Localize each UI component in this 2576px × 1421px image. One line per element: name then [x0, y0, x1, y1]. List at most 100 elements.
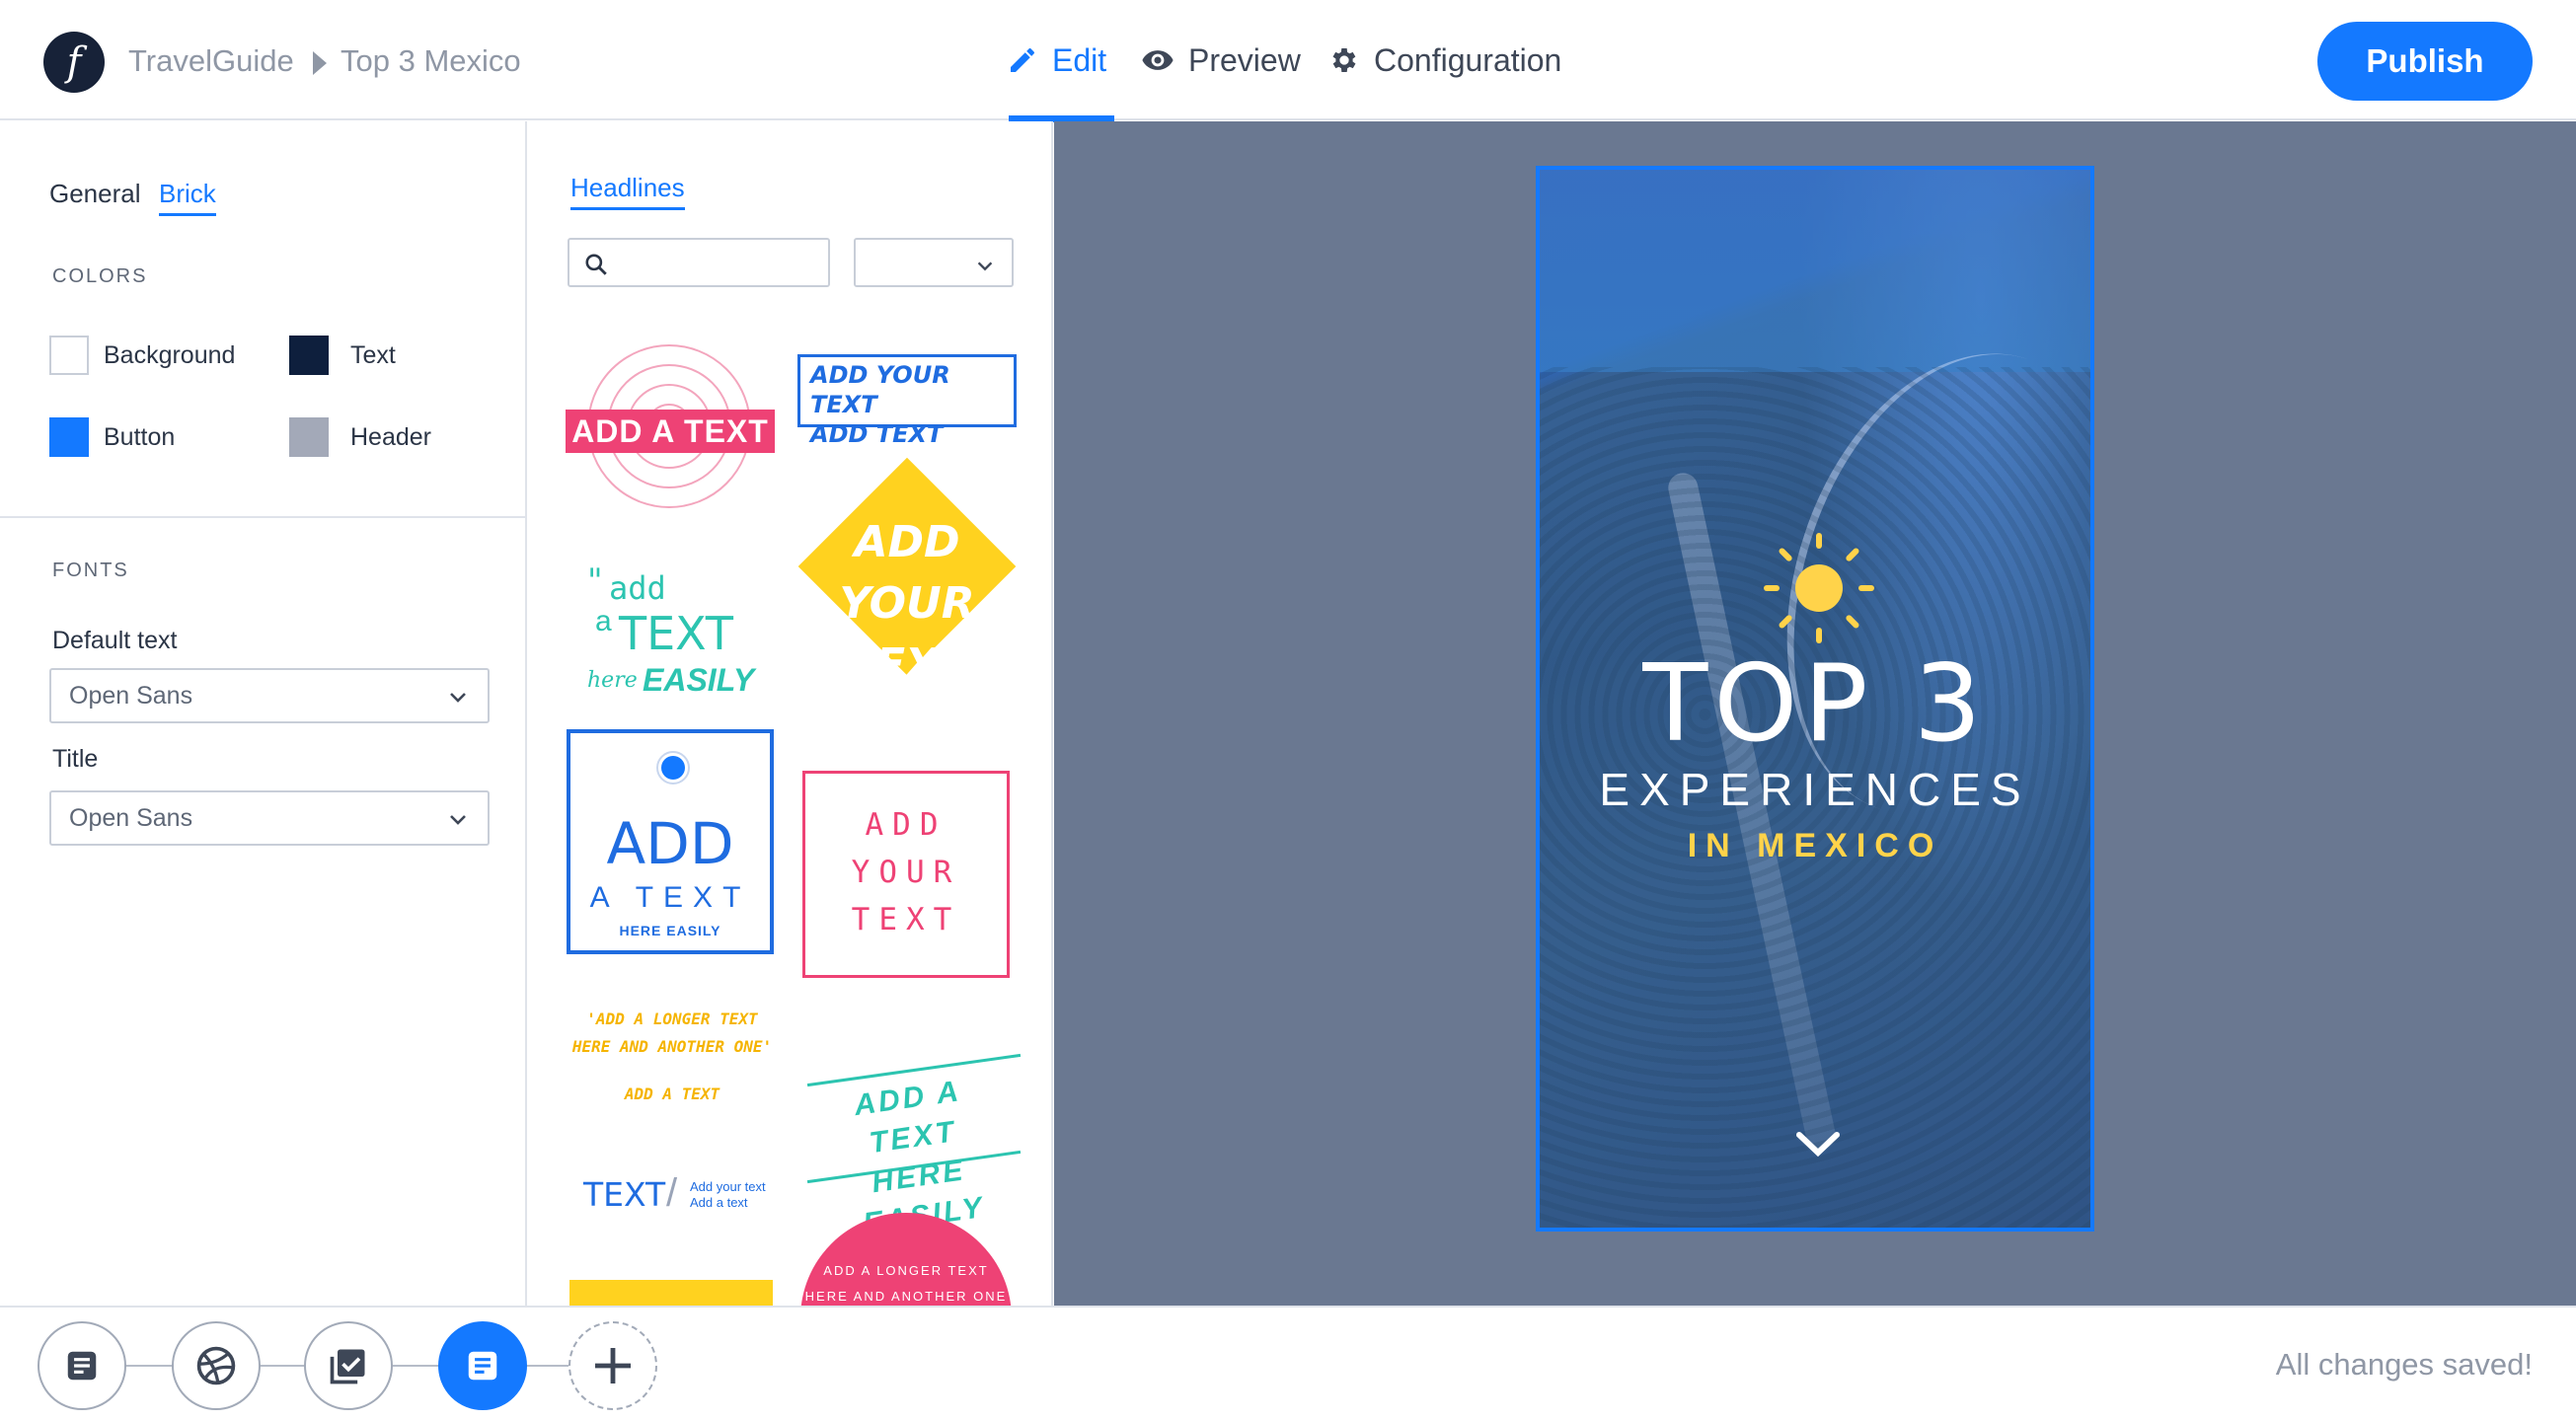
eye-icon	[1142, 50, 1174, 70]
library-filter-select[interactable]	[854, 238, 1014, 287]
properties-panel: General Brick COLORS Background Text But…	[0, 121, 527, 1306]
search-input[interactable]	[619, 246, 816, 279]
headline-template-11-text: ADD A LONGER TEXT HERE AND ANOTHER ONE	[800, 1258, 1012, 1306]
header-color-label: Header	[350, 423, 431, 451]
breadcrumb-story[interactable]: Top 3 Mexico	[341, 43, 521, 79]
bottom-bar: All changes saved!	[0, 1306, 2576, 1421]
step-4-button[interactable]	[438, 1321, 527, 1410]
headline-template-3-easily: EASILY	[643, 662, 755, 698]
tab-headlines[interactable]: Headlines	[570, 173, 685, 210]
sun-icon	[1764, 533, 1874, 643]
add-step-button[interactable]	[568, 1321, 657, 1410]
headline-template-4-line-3: TEXT	[845, 639, 968, 690]
sun-ray	[1845, 547, 1860, 562]
headline-template-5[interactable]: ADD A TEXT HERE EASILY	[567, 729, 774, 954]
default-text-font-select[interactable]: Open Sans	[49, 668, 490, 723]
headline-template-7[interactable]: 'ADD A LONGER TEXT HERE AND ANOTHER ONE'…	[558, 1006, 787, 1108]
headline-template-9-small: Add your text Add a text	[690, 1179, 766, 1211]
headline-template-1-text: ADD A TEXT	[566, 410, 775, 453]
headline-template-6[interactable]: ADD YOUR TEXT	[802, 771, 1010, 978]
story-title-location[interactable]: IN MEXICO	[1540, 829, 2090, 862]
headline-template-9-small-2: Add a text	[690, 1195, 748, 1210]
headline-template-8[interactable]: ADD A TEXT HERE EASILY	[802, 1039, 1022, 1240]
sun-ray	[1816, 533, 1822, 549]
tab-preview[interactable]: Preview	[1141, 0, 1301, 120]
headline-template-5-add: ADD	[606, 810, 734, 877]
sun-ray	[1778, 547, 1793, 562]
sun-ray	[1764, 585, 1780, 591]
fonts-section-title: FONTS	[52, 560, 129, 581]
headline-template-3-quote: "	[587, 561, 603, 601]
text-color-label: Text	[350, 341, 396, 369]
checklist-icon	[330, 1349, 365, 1384]
step-2-button[interactable]	[172, 1321, 261, 1410]
headline-library-panel: Headlines ADD A TEXT ADD YOUR TEXT ADD T…	[528, 121, 1053, 1306]
save-status: All changes saved!	[2275, 1347, 2533, 1382]
story-title-sub[interactable]: EXPERIENCES	[1540, 767, 2090, 812]
sun-ray	[1858, 585, 1874, 591]
title-font-select[interactable]: Open Sans	[49, 790, 490, 846]
headline-template-6-line-1: ADD	[865, 807, 947, 843]
sun-ray	[1778, 614, 1793, 630]
document-icon	[468, 1351, 497, 1381]
tab-general[interactable]: General	[49, 179, 141, 209]
step-1-button[interactable]	[38, 1321, 126, 1410]
chevron-down-icon	[450, 693, 466, 703]
button-color-swatch[interactable]	[49, 417, 89, 457]
headline-template-9[interactable]: TEXT / Add your text Add a text	[583, 1171, 800, 1231]
colors-section-title: COLORS	[52, 265, 148, 287]
headline-template-4-text: ADD YOUR TEXT	[797, 512, 1017, 696]
headline-template-6-line-3: TEXT	[851, 902, 961, 937]
story-background-sea	[1540, 170, 2090, 372]
document-icon	[67, 1351, 97, 1381]
button-color-label: Button	[104, 423, 176, 451]
headline-template-9-slash: /	[666, 1171, 678, 1215]
app-logo[interactable]: f	[43, 32, 105, 93]
publish-button[interactable]: Publish	[2317, 22, 2533, 101]
pencil-icon	[1011, 47, 1034, 72]
text-color-swatch[interactable]	[289, 336, 329, 375]
search-icon	[585, 254, 607, 275]
headline-template-6-line-2: YOUR	[851, 855, 961, 890]
chevron-down-icon[interactable]	[1793, 1125, 1843, 1164]
top-bar: f TravelGuide Top 3 Mexico Edit Preview …	[0, 0, 2576, 122]
chevron-down-icon	[977, 262, 993, 271]
header-color-swatch[interactable]	[289, 417, 329, 457]
breadcrumb-project[interactable]: TravelGuide	[128, 43, 294, 79]
headline-template-3-here: here	[587, 668, 638, 693]
default-text-font-label: Default text	[52, 627, 178, 654]
headline-template-3[interactable]: " add a TEXT here EASILY	[587, 561, 765, 713]
plus-icon	[595, 1348, 631, 1384]
story-preview-frame[interactable]: TOP 3 EXPERIENCES IN MEXICO	[1536, 166, 2094, 1232]
tab-edit-label: Edit	[1052, 41, 1107, 78]
headline-template-7-line-2: HERE AND ANOTHER ONE'	[571, 1037, 773, 1056]
headline-template-10[interactable]	[569, 1280, 773, 1306]
headline-template-5-atext: A TEXT	[589, 881, 751, 914]
headline-template-9-small-1: Add your text	[690, 1179, 766, 1194]
breadcrumb-caret-right-icon	[313, 51, 327, 75]
sun-ray	[1845, 614, 1860, 630]
logo-letter: f	[66, 39, 82, 85]
dribbble-icon	[196, 1346, 236, 1385]
story-title-main[interactable]: TOP 3	[1540, 651, 2090, 758]
title-font-label: Title	[52, 745, 99, 773]
tab-configuration[interactable]: Configuration	[1328, 0, 1561, 120]
library-search[interactable]	[568, 238, 830, 287]
tab-configuration-label: Configuration	[1374, 41, 1562, 78]
headline-template-11-line-1: ADD A LONGER TEXT	[823, 1263, 989, 1278]
selected-indicator	[656, 751, 690, 785]
tab-edit[interactable]: Edit	[1007, 0, 1115, 122]
background-color-swatch[interactable]	[49, 336, 89, 375]
headline-template-7-line-1: 'ADD A LONGER TEXT	[586, 1010, 758, 1028]
headline-template-3-a: a	[595, 605, 612, 637]
headline-template-11-line-2: HERE AND ANOTHER ONE	[804, 1289, 1008, 1304]
headline-template-3-text: TEXT	[619, 607, 733, 660]
headline-template-9-big: TEXT	[583, 1175, 666, 1214]
step-3-button[interactable]	[304, 1321, 393, 1410]
chevron-down-icon	[450, 815, 466, 825]
headline-template-4-line-1: ADD	[854, 517, 960, 567]
headline-template-5-here: HERE EASILY	[619, 923, 721, 938]
panel-divider	[0, 516, 525, 518]
headline-template-2[interactable]: ADD YOUR TEXT ADD TEXT	[797, 354, 1017, 448]
tab-brick[interactable]: Brick	[159, 179, 216, 216]
